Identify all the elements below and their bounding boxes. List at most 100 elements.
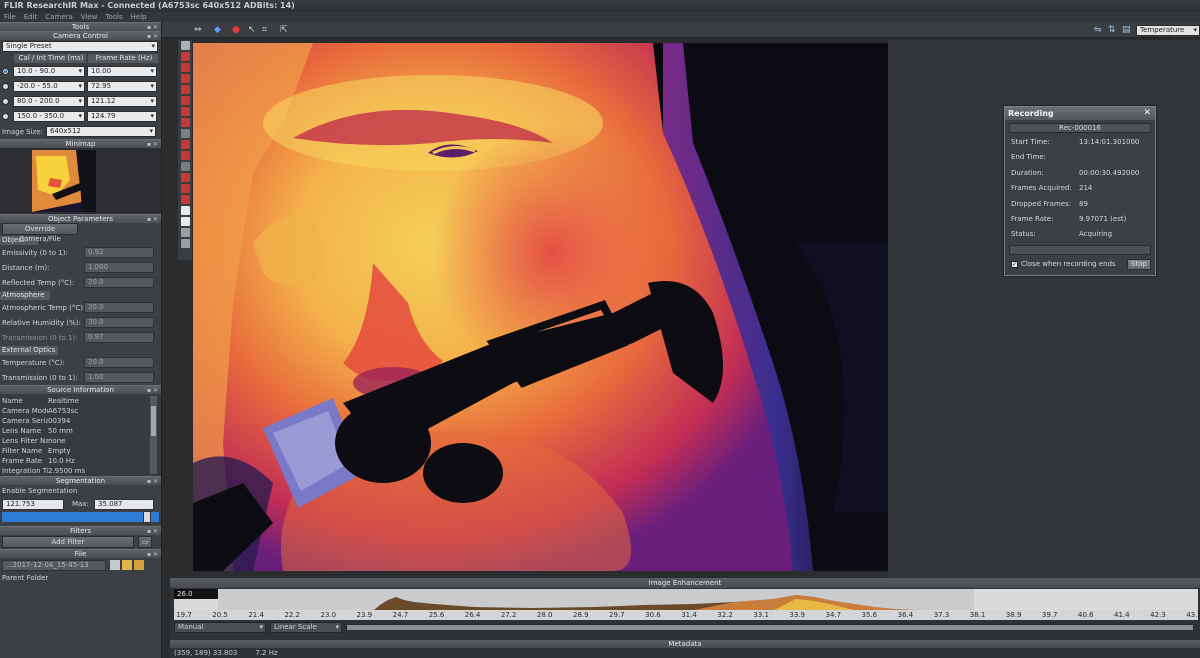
object-parameters-header[interactable]: Object Parameters ▪ ✕ <box>0 214 161 223</box>
isotherm-tool-icon[interactable] <box>180 151 190 160</box>
histogram-tick-label: 23.9 <box>356 611 373 619</box>
preset-radio[interactable] <box>2 98 9 105</box>
menu-view[interactable]: View <box>81 12 98 22</box>
cursor-icon[interactable]: ↖ <box>248 26 256 35</box>
open-folder-icon[interactable] <box>134 560 144 570</box>
grab-tool-icon[interactable] <box>180 217 190 226</box>
freehand-tool-icon[interactable] <box>180 118 190 127</box>
histogram-min-value[interactable]: 26.0 <box>174 589 218 599</box>
segmentation-max-field[interactable]: 35.087 <box>94 498 154 510</box>
thermal-image-viewport[interactable] <box>193 43 888 571</box>
add-filter-button[interactable]: Add Filter <box>2 536 134 548</box>
rotate-icon[interactable]: ⇅ <box>1108 26 1116 35</box>
cal-select[interactable]: 150.0 - 350.0 <box>13 111 85 122</box>
preset-radio[interactable] <box>2 83 9 90</box>
transmission-field[interactable]: 0.97 <box>84 332 154 343</box>
grid-icon[interactable]: ▤ <box>1122 26 1131 35</box>
palette-select[interactable]: Temperature (factory) <box>1136 25 1200 43</box>
file-browse-icon[interactable] <box>110 560 120 570</box>
crop-icon[interactable]: ⌗ <box>262 26 267 35</box>
menu-help[interactable]: Help <box>131 12 147 22</box>
list-item: Camera Serial 00394 <box>2 417 71 425</box>
reflected-temp-field[interactable]: 20.0 <box>84 277 154 288</box>
enable-segmentation-label[interactable]: Enable Segmentation <box>2 487 122 495</box>
histogram[interactable]: 26.0 <box>174 589 1198 610</box>
close-icon[interactable]: ✕ <box>1143 107 1151 120</box>
select-icon[interactable]: ⇱ <box>280 26 288 35</box>
scrollbar[interactable] <box>150 396 157 474</box>
delta-tool-icon[interactable] <box>180 140 190 149</box>
frame-rate-select[interactable]: 72.95 <box>87 81 157 92</box>
segmentation-slider[interactable] <box>2 511 159 523</box>
histogram-tick-label: 34.7 <box>825 611 842 619</box>
list-item: Name Realtime <box>2 397 79 405</box>
histogram-tick-label: 27.2 <box>500 611 517 619</box>
pointer-tool-icon[interactable] <box>180 41 190 50</box>
list-item: Duration: 00:00:30.492000 <box>1011 168 1140 177</box>
preset-radio[interactable] <box>2 113 9 120</box>
menu-tools[interactable]: Tools <box>105 12 122 22</box>
scale-select[interactable]: Linear Scale <box>270 622 342 633</box>
preset-select[interactable]: Single Preset <box>2 41 158 52</box>
pan-tool-icon[interactable] <box>180 173 190 182</box>
flip-icon[interactable]: ⇋ <box>1094 26 1102 35</box>
distance-field[interactable]: 1.000 <box>84 262 154 273</box>
link-icon[interactable]: ⇔ <box>194 26 202 35</box>
settings-tool-icon[interactable] <box>180 239 190 248</box>
white-arrow-tool-icon[interactable] <box>180 206 190 215</box>
polygon-tool-icon[interactable] <box>180 96 190 105</box>
segmentation-min-field[interactable]: 121.753 <box>2 498 64 510</box>
polyline-tool-icon[interactable] <box>180 107 190 116</box>
segmentation-header[interactable]: Segmentation ▪ ✕ <box>0 476 161 485</box>
enhancement-mode-select[interactable]: Manual <box>174 622 266 633</box>
box-tool-icon[interactable] <box>180 74 190 83</box>
folder-icon[interactable] <box>122 560 132 570</box>
parent-folder-link[interactable]: Parent Folder <box>2 574 84 582</box>
text-tool-icon[interactable] <box>180 129 190 138</box>
list-item: Lens Name 50 mm <box>2 427 73 435</box>
minimap[interactable] <box>0 148 161 214</box>
ellipse-tool-icon[interactable] <box>180 85 190 94</box>
image-enhancement-header: Image Enhancement <box>170 578 1200 588</box>
measure-tool-icon[interactable] <box>180 184 190 193</box>
filter-options-button[interactable]: ▭ <box>138 536 152 548</box>
override-camera-button[interactable]: Override Camera/File <box>2 223 78 243</box>
profile-tool-icon[interactable] <box>180 195 190 204</box>
diamond-icon[interactable]: ◆ <box>214 26 221 35</box>
filters-header[interactable]: Filters ▪ ✕ <box>0 526 161 535</box>
frame-rate-select[interactable]: 124.79 <box>87 111 157 122</box>
line-tool-icon[interactable] <box>180 63 190 72</box>
close-when-done-checkbox[interactable]: ✓ <box>1011 260 1018 268</box>
scale-slider[interactable] <box>346 624 1194 631</box>
menu-edit[interactable]: Edit <box>24 12 38 22</box>
menu-file[interactable]: File <box>4 12 16 22</box>
optics-transmission-field[interactable]: 1.00 <box>84 372 154 383</box>
emissivity-field[interactable]: 0.92 <box>84 247 154 258</box>
window-title: FLIR ResearchIR Max - Connected (A6753sc… <box>0 0 1200 12</box>
metadata-header: Metadata <box>170 640 1200 648</box>
humidity-field[interactable]: 30.0 <box>84 317 154 328</box>
clear-tool-icon[interactable] <box>180 228 190 237</box>
file-header[interactable]: File ▪ ✕ <box>0 549 161 558</box>
cal-select[interactable]: 10.0 - 90.0 <box>13 66 85 77</box>
menu-camera[interactable]: Camera <box>45 12 72 22</box>
file-name-field[interactable]: ...2017-12-04_15-45-13 <box>2 559 106 571</box>
record-icon[interactable]: ● <box>232 26 240 35</box>
histogram-tick-label: 43.1 <box>1186 611 1200 619</box>
preset-radio[interactable] <box>2 68 9 75</box>
frame-rate-select[interactable]: 10.00 <box>87 66 157 77</box>
cal-select[interactable]: 80.0 - 200.0 <box>13 96 85 107</box>
image-size-select[interactable]: 640x512 <box>46 126 156 137</box>
cal-select[interactable]: -20.0 - 55.0 <box>13 81 85 92</box>
spot-tool-icon[interactable] <box>180 52 190 61</box>
source-information-header[interactable]: Source Information ▪ ✕ <box>0 385 161 394</box>
zoom-tool-icon[interactable] <box>180 162 190 171</box>
optics-temp-field[interactable]: 20.0 <box>84 357 154 368</box>
recording-dialog-header[interactable]: Recording ✕ <box>1005 107 1155 120</box>
atm-temp-field[interactable]: 20.0 <box>84 302 154 313</box>
camera-control-header[interactable]: Camera Control ▪ ✕ <box>0 31 161 40</box>
stop-button[interactable]: Stop <box>1127 258 1151 270</box>
frame-rate-select[interactable]: 121.12 <box>87 96 157 107</box>
transmission-label: Transmission (0 to 1): <box>2 333 78 342</box>
minimap-header[interactable]: Minimap ▪ ✕ <box>0 139 161 148</box>
